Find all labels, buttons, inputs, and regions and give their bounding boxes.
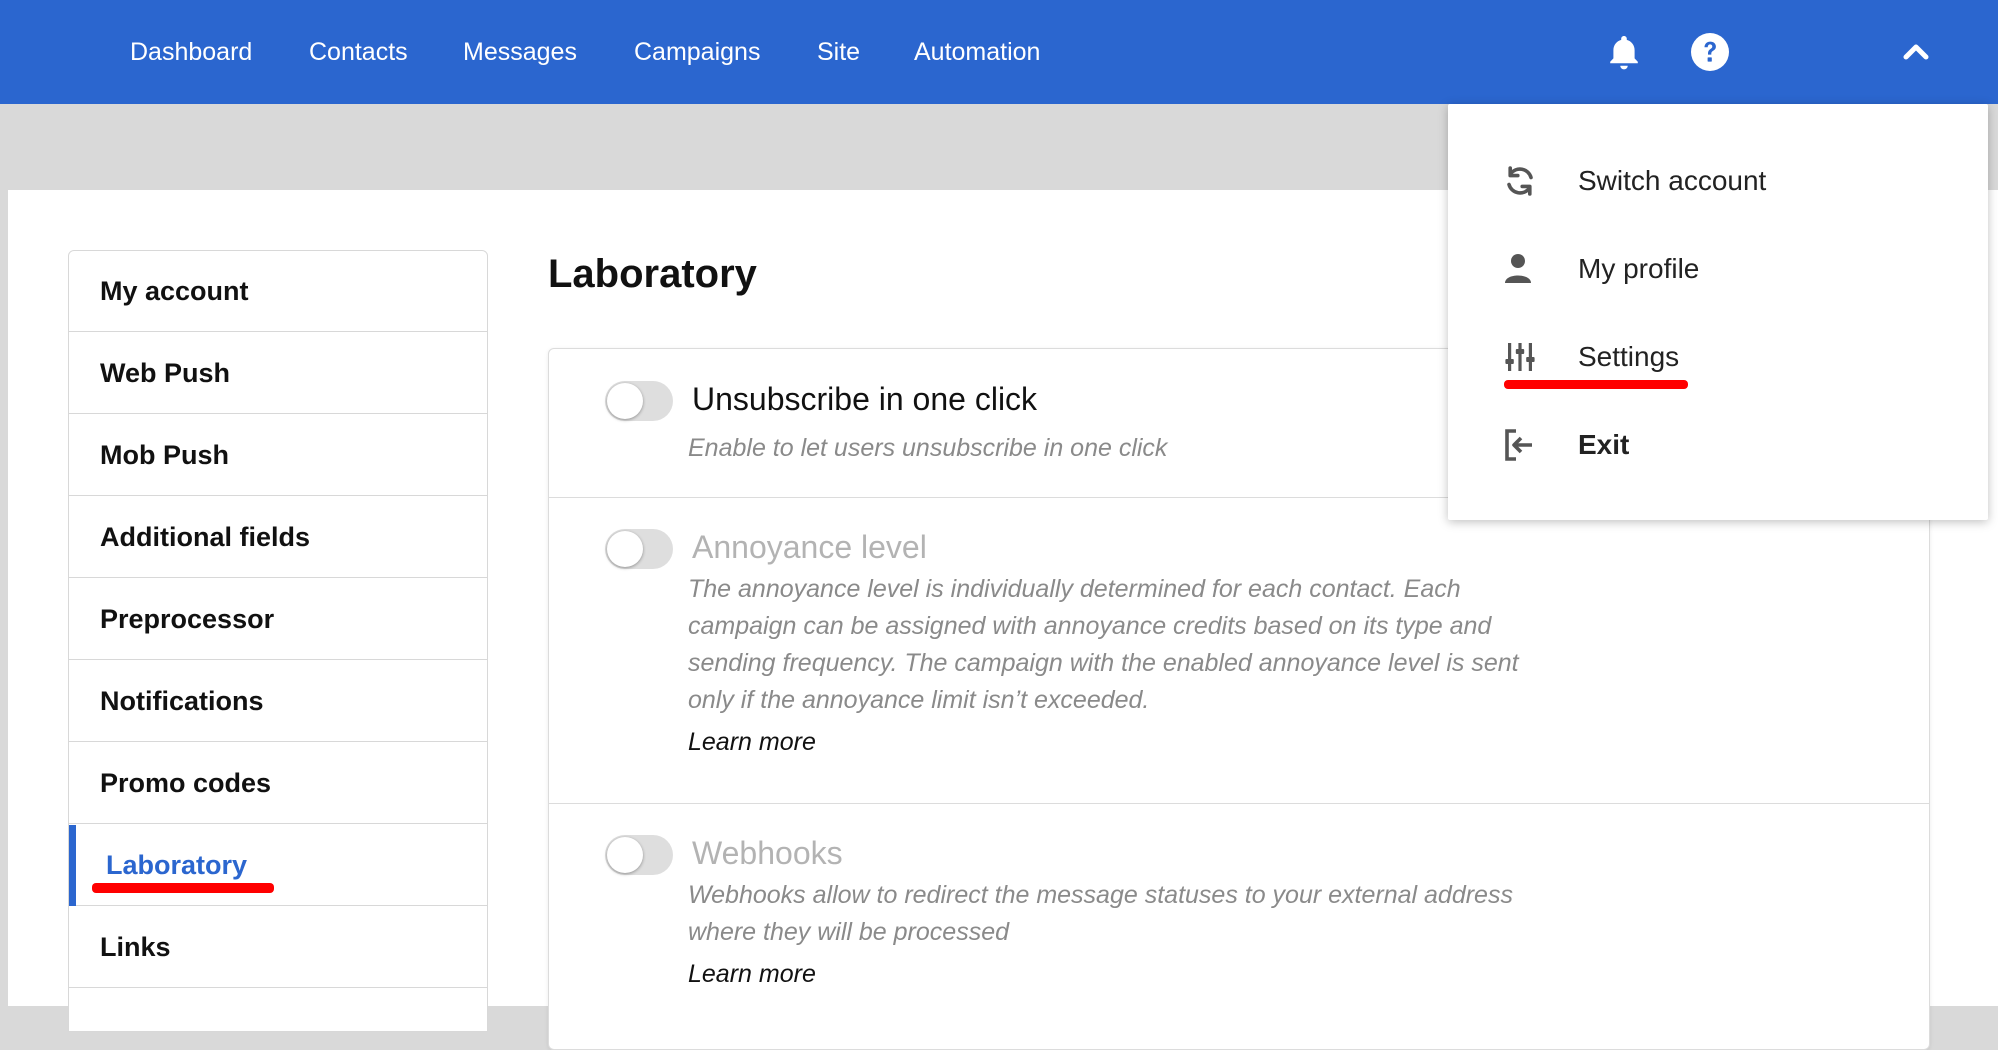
- top-nav-bar: Dashboard Contacts Messages Campaigns Si…: [0, 0, 1998, 104]
- feature-title: Unsubscribe in one click: [692, 381, 1038, 417]
- feature-title: Annoyance level: [692, 529, 927, 565]
- bell-icon[interactable]: [1602, 30, 1646, 74]
- feature-annoyance-level: Annoyance level The annoyance level is i…: [549, 497, 1929, 803]
- sidebar-item-web-push[interactable]: Web Push: [69, 333, 487, 414]
- webhooks-toggle[interactable]: [605, 835, 673, 875]
- sidebar-item-label: Laboratory: [106, 850, 248, 880]
- sidebar-item-notifications[interactable]: Notifications: [69, 661, 487, 742]
- annotation-underline: [92, 883, 274, 893]
- sidebar-item-laboratory[interactable]: Laboratory: [69, 825, 487, 906]
- toggle-knob: [607, 837, 643, 873]
- settings-sidebar: My account Web Push Mob Push Additional …: [68, 250, 488, 1032]
- menu-item-switch-account[interactable]: Switch account: [1448, 146, 1988, 216]
- nav-messages[interactable]: Messages: [463, 0, 577, 104]
- user-icon: [1502, 251, 1538, 287]
- feature-description: Enable to let users unsubscribe in one c…: [688, 434, 1168, 462]
- nav-contacts[interactable]: Contacts: [309, 0, 408, 104]
- sidebar-item-my-account[interactable]: My account: [69, 251, 487, 332]
- sidebar-item-label: Web Push: [100, 358, 231, 388]
- annotation-underline: [1504, 380, 1688, 389]
- toggle-knob: [607, 383, 643, 419]
- sidebar-item-label: Additional fields: [100, 522, 311, 552]
- sidebar-item-label: Promo codes: [100, 768, 272, 798]
- page-title: Laboratory: [548, 252, 757, 296]
- feature-description: Webhooks allow to redirect the message s…: [688, 881, 1513, 946]
- feature-title: Webhooks: [692, 835, 843, 871]
- toggle-knob: [607, 531, 643, 567]
- chevron-up-icon[interactable]: [1894, 30, 1938, 74]
- sidebar-item-label: Preprocessor: [100, 604, 275, 634]
- refresh-icon: [1502, 163, 1538, 199]
- annoyance-level-toggle[interactable]: [605, 529, 673, 569]
- menu-item-exit[interactable]: Exit: [1448, 410, 1988, 480]
- learn-more-link[interactable]: Learn more: [688, 960, 816, 989]
- nav-site[interactable]: Site: [817, 0, 860, 104]
- sidebar-item-label: Mob Push: [100, 440, 229, 470]
- sidebar-item-mob-push[interactable]: Mob Push: [69, 415, 487, 496]
- active-indicator: [69, 825, 76, 906]
- learn-more-link[interactable]: Learn more: [688, 728, 816, 757]
- sidebar-item-label: My account: [100, 276, 249, 306]
- sidebar-item-promo-codes[interactable]: Promo codes: [69, 743, 487, 824]
- menu-item-settings[interactable]: Settings: [1448, 322, 1988, 392]
- feature-description: The annoyance level is individually dete…: [688, 575, 1519, 714]
- menu-item-label: My profile: [1578, 253, 1700, 284]
- feature-webhooks: Webhooks Webhooks allow to redirect the …: [549, 803, 1929, 1049]
- menu-item-my-profile[interactable]: My profile: [1448, 234, 1988, 304]
- help-icon[interactable]: [1688, 30, 1732, 74]
- sliders-icon: [1502, 339, 1538, 375]
- account-dropdown-menu: Switch account My profile Settings Exit: [1448, 104, 1988, 520]
- sidebar-item-links[interactable]: Links: [69, 907, 487, 988]
- exit-icon: [1502, 427, 1538, 463]
- nav-campaigns[interactable]: Campaigns: [634, 0, 760, 104]
- menu-item-label: Exit: [1578, 429, 1630, 460]
- unsubscribe-toggle[interactable]: [605, 381, 673, 421]
- sidebar-item-preprocessor[interactable]: Preprocessor: [69, 579, 487, 660]
- nav-dashboard[interactable]: Dashboard: [130, 0, 252, 104]
- sidebar-item-additional-fields[interactable]: Additional fields: [69, 497, 487, 578]
- nav-automation[interactable]: Automation: [914, 0, 1040, 104]
- sidebar-item-label: Links: [100, 932, 171, 962]
- sidebar-item-label: Notifications: [100, 686, 264, 716]
- menu-item-label: Switch account: [1578, 165, 1767, 196]
